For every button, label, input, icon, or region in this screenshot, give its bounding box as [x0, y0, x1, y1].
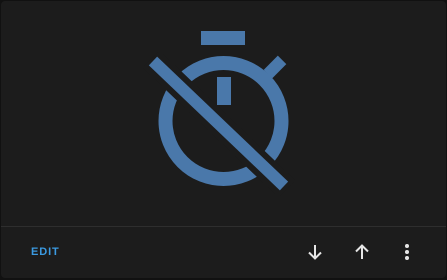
more-vertical-icon: [398, 243, 416, 261]
move-up-button[interactable]: [348, 238, 376, 266]
edit-button[interactable]: EDIT: [19, 240, 72, 264]
move-down-button[interactable]: [301, 238, 329, 266]
arrow-down-icon: [306, 243, 324, 261]
arrow-up-icon: [353, 243, 371, 261]
card-actions: EDIT: [1, 227, 446, 278]
edit-button-label: EDIT: [31, 246, 60, 258]
card-preview: [1, 1, 446, 226]
timer-off-icon: [142, 31, 296, 198]
more-options-button[interactable]: [393, 238, 421, 266]
timer-card: EDIT: [1, 1, 446, 278]
